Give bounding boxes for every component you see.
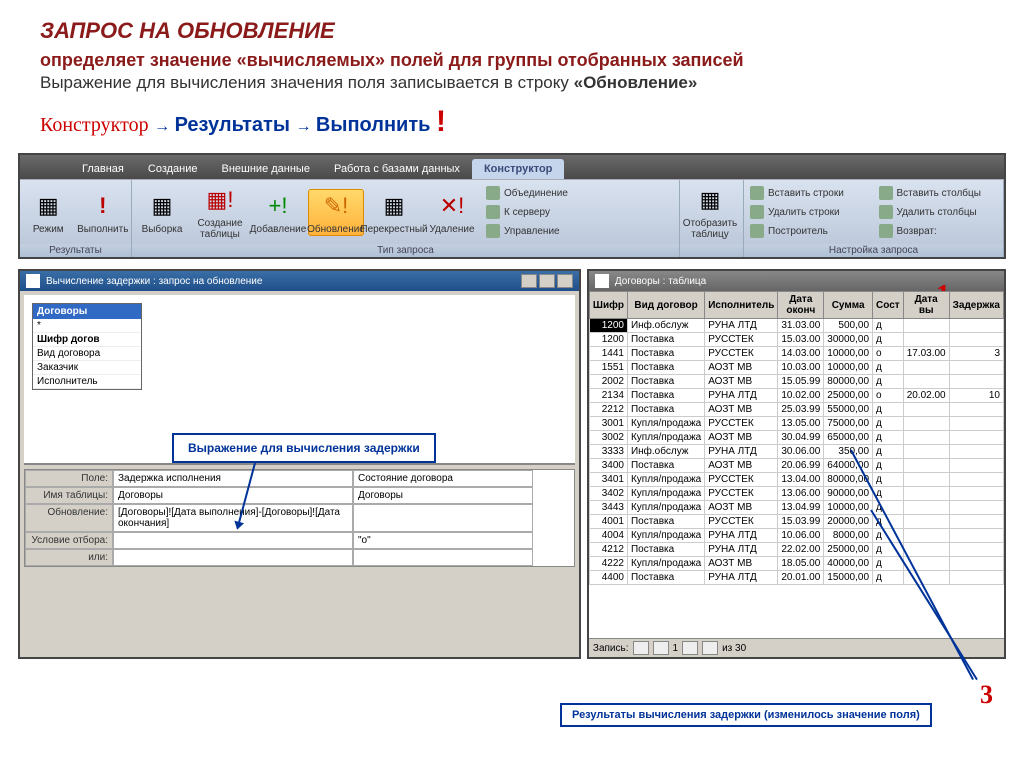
table-icon (595, 274, 609, 288)
expression-callout: Выражение для вычисления задержки (172, 433, 436, 463)
query-title: Вычисление задержки : запрос на обновлен… (46, 276, 262, 287)
table-row[interactable]: 4222Купля/продажаАОЗТ МВ18.05.0040000,00… (589, 557, 1003, 571)
fieldlist-item[interactable]: Заказчик (33, 361, 141, 375)
table-row[interactable]: 3400ПоставкаАОЗТ МВ20.06.9964000,00д (589, 459, 1003, 473)
delete-cols-button[interactable]: Удалить столбцы (875, 203, 1002, 221)
column-header[interactable]: Сумма (824, 292, 873, 319)
tab-dbtools[interactable]: Работа с базами данных (322, 159, 472, 179)
tab-design[interactable]: Конструктор (472, 159, 564, 179)
table-fieldlist[interactable]: Договоры *Шифр договВид договораЗаказчик… (32, 303, 142, 390)
minimize-button[interactable] (521, 274, 537, 288)
view-button[interactable]: ▦Режим (22, 190, 75, 235)
maketable-button[interactable]: ▦!Создание таблицы (192, 184, 248, 240)
builder-button[interactable]: Построитель (746, 222, 873, 240)
table-datasheet-window: Договоры : таблица ШифрВид договорИсполн… (587, 269, 1006, 659)
record-navigator[interactable]: Запись: 1 из 30 (589, 638, 1004, 657)
query-grid[interactable]: Поле:Задержка исполненияСостояние догово… (25, 470, 574, 566)
delete-button[interactable]: ✕!Удаление (424, 190, 480, 235)
select-query-button[interactable]: ▦Выборка (134, 190, 190, 235)
datasheet[interactable]: ШифрВид договорИсполнительДата окончСумм… (589, 291, 1004, 638)
query-design-window: Вычисление задержки : запрос на обновлен… (18, 269, 581, 659)
fieldlist-item[interactable]: Исполнитель (33, 375, 141, 389)
slide-subtitle: определяет значение «вычисляемых» полей … (0, 48, 1024, 71)
nav-prev-button[interactable] (653, 641, 669, 655)
ribbon-tabs: Главная Создание Внешние данные Работа с… (20, 155, 1004, 179)
query-icon (26, 274, 40, 288)
slide-title: ЗАПРОС НА ОБНОВЛЕНИЕ (0, 0, 1024, 48)
construct-steps: Конструктор → Результаты → Выполнить ! (0, 99, 1024, 149)
fieldlist-title: Договоры (33, 304, 141, 319)
fieldlist-item[interactable]: * (33, 319, 141, 333)
fieldlist-item[interactable]: Шифр догов (33, 333, 141, 347)
nav-first-button[interactable] (633, 641, 649, 655)
result-callout: Результаты вычисления задержки (изменило… (560, 703, 932, 727)
query-titlebar[interactable]: Вычисление задержки : запрос на обновлен… (20, 271, 579, 291)
fieldlist-item[interactable]: Вид договора (33, 347, 141, 361)
table-row[interactable]: 1200Инф.обслужРУНА ЛТД31.03.00500,00д (589, 319, 1003, 333)
passthrough-button[interactable]: К серверу (482, 203, 572, 221)
table-row[interactable]: 3001Купля/продажаРУССТЕК13.05.0075000,00… (589, 417, 1003, 431)
column-header[interactable]: Исполнитель (705, 292, 778, 319)
table-row[interactable]: 4212ПоставкаРУНА ЛТД22.02.0025000,00д (589, 543, 1003, 557)
table-title: Договоры : таблица (615, 276, 706, 287)
nav-last-button[interactable] (702, 641, 718, 655)
update-button[interactable]: ✎!Обновление (308, 189, 364, 236)
table-row[interactable]: 1200ПоставкаРУССТЕК15.03.0030000,00д (589, 333, 1003, 347)
group-querytype-label: Тип запроса (132, 244, 679, 257)
close-button[interactable] (557, 274, 573, 288)
column-header[interactable]: Дата вы (903, 292, 949, 319)
maximize-button[interactable] (539, 274, 555, 288)
tab-external[interactable]: Внешние данные (210, 159, 322, 179)
run-button[interactable]: !Выполнить (77, 190, 130, 235)
ribbon: Главная Создание Внешние данные Работа с… (18, 153, 1006, 259)
delete-rows-button[interactable]: Удалить строки (746, 203, 873, 221)
return-button[interactable]: Возврат: (875, 222, 1002, 240)
group-setup-label: Настройка запроса (744, 244, 1003, 257)
table-row[interactable]: 2212ПоставкаАОЗТ МВ25.03.9955000,00д (589, 403, 1003, 417)
marker-3: 3 (980, 680, 993, 710)
table-row[interactable]: 1551ПоставкаАОЗТ МВ10.03.0010000,00д (589, 361, 1003, 375)
column-header[interactable]: Вид договор (627, 292, 704, 319)
insert-rows-button[interactable]: Вставить строки (746, 184, 873, 202)
datadef-button[interactable]: Управление (482, 222, 572, 240)
table-row[interactable]: 4004Купля/продажаРУНА ЛТД10.06.008000,00… (589, 529, 1003, 543)
tab-create[interactable]: Создание (136, 159, 210, 179)
column-header[interactable]: Задержка (949, 292, 1003, 319)
nav-position: 1 (673, 643, 679, 654)
group-show-label (680, 244, 743, 257)
showtable-button[interactable]: ▦Отобразить таблицу (682, 184, 738, 240)
table-row[interactable]: 4001ПоставкаРУССТЕК15.03.9920000,00д (589, 515, 1003, 529)
nav-next-button[interactable] (682, 641, 698, 655)
column-header[interactable]: Шифр (589, 292, 627, 319)
group-results-label: Результаты (20, 244, 131, 257)
tab-home[interactable]: Главная (70, 159, 136, 179)
table-row[interactable]: 3002Купля/продажаАОЗТ МВ30.04.9965000,00… (589, 431, 1003, 445)
table-row[interactable]: 3333Инф.обслужРУНА ЛТД30.06.00350,00д (589, 445, 1003, 459)
column-header[interactable]: Дата оконч (778, 292, 824, 319)
table-row[interactable]: 3402Купля/продажаРУССТЕК13.06.0090000,00… (589, 487, 1003, 501)
union-button[interactable]: Объединение (482, 184, 572, 202)
table-row[interactable]: 4400ПоставкаРУНА ЛТД20.01.0015000,00д (589, 571, 1003, 585)
table-row[interactable]: 2002ПоставкаАОЗТ МВ15.05.9980000,00д (589, 375, 1003, 389)
column-header[interactable]: Сост (873, 292, 904, 319)
append-button[interactable]: +!Добавление (250, 190, 306, 235)
slide-body: Выражение для вычисления значения поля з… (0, 71, 1024, 99)
table-row[interactable]: 2134ПоставкаРУНА ЛТД10.02.0025000,00о20.… (589, 389, 1003, 403)
table-row[interactable]: 3401Купля/продажаРУССТЕК13.04.0080000,00… (589, 473, 1003, 487)
insert-cols-button[interactable]: Вставить столбцы (875, 184, 1002, 202)
table-row[interactable]: 1441ПоставкаРУССТЕК14.03.0010000,00о17.0… (589, 347, 1003, 361)
table-row[interactable]: 3443Купля/продажаАОЗТ МВ13.04.9910000,00… (589, 501, 1003, 515)
crosstab-button[interactable]: ▦Перекрестный (366, 190, 422, 235)
